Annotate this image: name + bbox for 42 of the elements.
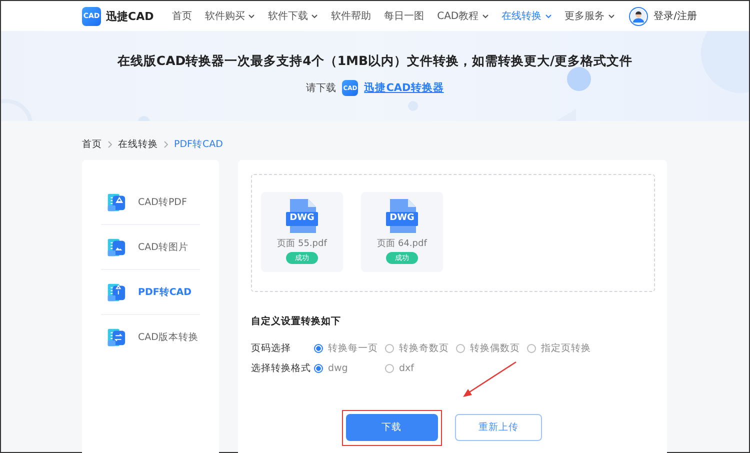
brand-name: 迅捷CAD (106, 8, 154, 24)
nav-link[interactable]: 首页 (172, 9, 192, 23)
banner-title: 在线版CAD转换器一次最多支持4个（1MB以内）文件转换，如需转换更大/更多格式文件 (117, 53, 633, 70)
radio-label: dwg (328, 362, 348, 374)
radio-label: 转换偶数页 (470, 342, 520, 354)
breadcrumb-link[interactable]: PDF转CAD (174, 138, 223, 150)
sidebar-item[interactable]: CAD版本转换 (138, 330, 198, 344)
download-prompt: 请下载 (306, 82, 336, 95)
radio-button[interactable] (527, 344, 536, 352)
radio-label: 转换每一页 (328, 342, 378, 354)
file-name: 页面 64.pdf (377, 238, 427, 250)
file-name: 页面 55.pdf (277, 238, 327, 250)
nav-link[interactable]: 在线转换 (502, 9, 552, 23)
sidebar-item[interactable]: PDF转CAD (138, 286, 192, 298)
radio-button[interactable] (456, 344, 465, 352)
nav-link[interactable]: 每日一图 (384, 9, 424, 23)
setting-label: 页码选择 (251, 342, 292, 354)
setting-label: 选择转换格式 (251, 362, 312, 374)
nav-link[interactable]: 软件下载 (268, 9, 318, 23)
chevron-icon (108, 140, 112, 148)
radio-label: dxf (399, 362, 414, 374)
annotation-arrow (460, 360, 518, 400)
converter-link[interactable]: 迅捷CAD转换器 (364, 81, 444, 95)
login-link[interactable]: 登录/注册 (654, 9, 697, 23)
chevron-icon (164, 140, 168, 148)
breadcrumb-link[interactable]: 在线转换 (118, 138, 158, 150)
radio-button[interactable] (314, 344, 323, 352)
avatar-icon[interactable] (628, 6, 648, 26)
settings-title: 自定义设置转换如下 (251, 315, 342, 328)
sidebar-item[interactable]: CAD转PDF (138, 196, 187, 208)
nav-link[interactable]: CAD教程 (437, 9, 489, 23)
breadcrumb-link[interactable]: 首页 (82, 138, 102, 150)
download-button[interactable]: 下载 (346, 414, 438, 440)
nav-link[interactable]: 更多服务 (564, 9, 615, 23)
radio-label: 转换奇数页 (399, 342, 449, 354)
radio-button[interactable] (385, 364, 394, 372)
sidebar-item[interactable]: CAD转图片 (138, 240, 188, 254)
radio-button[interactable] (385, 344, 394, 352)
radio-button[interactable] (314, 364, 323, 372)
nav-link[interactable]: 软件购买 (205, 9, 256, 23)
nav-link[interactable]: 软件帮助 (331, 9, 372, 23)
radio-label: 指定页转换 (541, 342, 591, 354)
